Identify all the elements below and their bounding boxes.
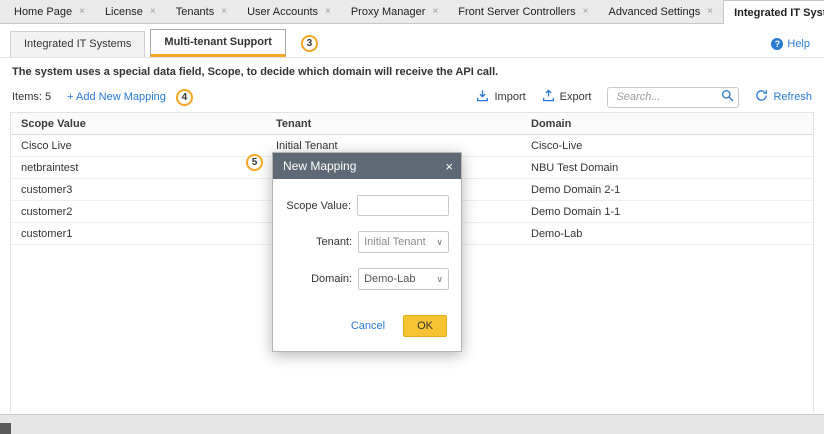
annotation-step-5: 5 <box>246 154 263 171</box>
footer-bar <box>0 414 824 434</box>
annotation-step-3: 3 <box>300 35 318 52</box>
toolbar-right: Import Export Refresh <box>476 86 812 108</box>
cell-scope-value: customer2 <box>21 205 73 218</box>
field-scope-value: Scope Value: <box>285 195 449 216</box>
dialog-body: Scope Value: Tenant: Initial Tenant ∨ Do… <box>273 179 461 311</box>
tab-proxy-manager[interactable]: Proxy Manager × <box>341 0 448 23</box>
refresh-icon <box>755 89 768 105</box>
cell-domain: Demo-Lab <box>531 227 583 240</box>
tab-tenants[interactable]: Tenants × <box>166 0 237 23</box>
cell-scope-value: netbraintest <box>21 161 79 174</box>
tab-label: License <box>104 5 143 18</box>
close-icon[interactable]: × <box>79 6 85 17</box>
cell-scope-value: customer3 <box>21 183 73 196</box>
app-window: Home Page × License × Tenants × User Acc… <box>0 0 824 434</box>
cell-tenant: Initial Tenant <box>276 139 338 152</box>
close-icon[interactable]: × <box>325 6 331 17</box>
chevron-down-icon: ∨ <box>436 236 443 247</box>
domain-label: Domain: <box>311 273 353 285</box>
items-count: Items: 5 <box>12 91 52 103</box>
sub-tab-bar: Integrated IT Systems Multi-tenant Suppo… <box>0 29 824 58</box>
domain-select[interactable]: Demo-Lab ∨ <box>358 268 449 290</box>
tab-label: Proxy Manager <box>350 5 426 18</box>
cell-domain: Cisco-Live <box>531 139 583 152</box>
subtab-label: Multi-tenant Support <box>164 36 272 48</box>
export-button[interactable]: Export <box>542 89 592 105</box>
annotation-step-4: 4 <box>175 88 193 106</box>
field-domain: Domain: Demo-Lab ∨ <box>285 268 449 290</box>
tab-label: User Accounts <box>247 5 318 18</box>
scope-value-input[interactable] <box>357 195 449 216</box>
header-domain[interactable]: Domain <box>531 118 813 130</box>
close-icon[interactable]: × <box>445 159 453 174</box>
tab-home-page[interactable]: Home Page × <box>4 0 95 23</box>
cell-domain: Demo Domain 1-1 <box>531 205 621 218</box>
close-icon[interactable]: × <box>707 6 713 17</box>
tab-user-accounts[interactable]: User Accounts × <box>237 0 341 23</box>
domain-select-value: Demo-Lab <box>364 273 416 285</box>
refresh-button[interactable]: Refresh <box>755 89 812 105</box>
import-button[interactable]: Import <box>476 89 526 105</box>
search-icon[interactable] <box>721 89 734 105</box>
dialog-title: New Mapping <box>283 159 357 173</box>
tab-integrated-it-systems[interactable]: Integrated IT Systems × <box>723 0 824 24</box>
cell-domain: Demo Domain 2-1 <box>531 183 621 196</box>
subtab-label: Integrated IT Systems <box>24 38 132 50</box>
footer-corner-marker <box>0 423 11 434</box>
help-link[interactable]: ? Help <box>771 37 810 50</box>
help-label: Help <box>787 37 810 50</box>
help-icon: ? <box>771 37 784 50</box>
cell-scope-value: customer1 <box>21 227 73 240</box>
tab-label: Integrated IT Systems <box>734 6 824 19</box>
tab-front-server-controllers[interactable]: Front Server Controllers × <box>448 0 598 23</box>
tenant-select-value: Initial Tenant <box>364 236 426 248</box>
header-tenant[interactable]: Tenant <box>276 118 531 130</box>
add-new-mapping-link[interactable]: + Add New Mapping <box>67 91 166 103</box>
close-icon[interactable]: × <box>432 6 438 17</box>
import-label: Import <box>494 91 526 103</box>
toolbar: Items: 5 + Add New Mapping 4 Import Expo… <box>12 86 812 108</box>
tab-label: Tenants <box>175 5 215 18</box>
export-icon <box>542 89 555 105</box>
tab-label: Home Page <box>14 5 73 18</box>
subtab-multi-tenant-support[interactable]: Multi-tenant Support <box>150 29 286 57</box>
subtab-integrated-it-systems[interactable]: Integrated IT Systems <box>10 31 146 57</box>
search-box <box>607 86 740 108</box>
refresh-label: Refresh <box>773 91 812 103</box>
tab-label: Advanced Settings <box>608 5 701 18</box>
tenant-label: Tenant: <box>315 236 353 248</box>
dialog-header[interactable]: New Mapping × <box>273 153 461 179</box>
cell-scope-value: Cisco Live <box>21 139 72 152</box>
tab-label: Front Server Controllers <box>458 5 576 18</box>
close-icon[interactable]: × <box>221 6 227 17</box>
field-tenant: Tenant: Initial Tenant ∨ <box>285 231 449 253</box>
cancel-button[interactable]: Cancel <box>351 320 385 332</box>
close-icon[interactable]: × <box>583 6 589 17</box>
table-header: Scope Value Tenant Domain <box>11 113 813 135</box>
chevron-down-icon: ∨ <box>436 273 443 284</box>
tab-license[interactable]: License × <box>95 0 166 23</box>
description-text: The system uses a special data field, Sc… <box>12 66 499 78</box>
import-icon <box>476 89 489 105</box>
tab-advanced-settings[interactable]: Advanced Settings × <box>599 0 724 23</box>
tenant-select[interactable]: Initial Tenant ∨ <box>358 231 449 253</box>
ok-button[interactable]: OK <box>403 315 447 337</box>
cell-domain: NBU Test Domain <box>531 161 619 174</box>
search-input[interactable] <box>616 91 722 103</box>
new-mapping-dialog: New Mapping × Scope Value: Tenant: Initi… <box>272 152 462 352</box>
scope-value-label: Scope Value: <box>286 199 351 212</box>
dialog-footer: Cancel OK <box>273 311 461 351</box>
header-scope-value[interactable]: Scope Value <box>11 118 276 130</box>
close-icon[interactable]: × <box>150 6 156 17</box>
export-label: Export <box>559 91 592 103</box>
main-tab-bar: Home Page × License × Tenants × User Acc… <box>0 0 824 24</box>
